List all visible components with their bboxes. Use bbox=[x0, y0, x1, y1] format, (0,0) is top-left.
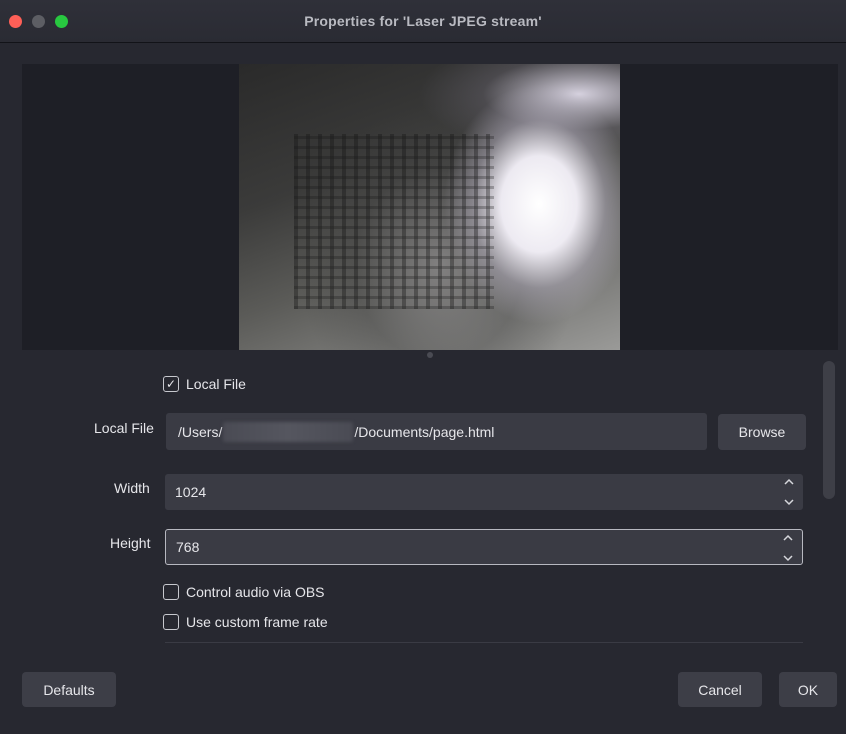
custom-frame-rate-checkbox-row[interactable]: Use custom frame rate bbox=[163, 612, 328, 632]
local-file-checkbox[interactable]: ✓ bbox=[163, 376, 179, 392]
preview-image bbox=[239, 64, 620, 350]
local-file-checkbox-label: Local File bbox=[186, 376, 246, 392]
height-value: 768 bbox=[176, 539, 200, 555]
ok-button[interactable]: OK bbox=[779, 672, 837, 707]
height-input[interactable]: 768 bbox=[165, 529, 803, 565]
defaults-button[interactable]: Defaults bbox=[22, 672, 116, 707]
control-audio-checkbox-row[interactable]: Control audio via OBS bbox=[163, 582, 325, 602]
title-bar: Properties for 'Laser JPEG stream' bbox=[0, 0, 846, 43]
chevron-up-icon[interactable] bbox=[784, 478, 794, 485]
properties-scrollbar[interactable] bbox=[823, 361, 835, 499]
preview-image-texture bbox=[294, 134, 494, 309]
redacted-username bbox=[223, 421, 354, 442]
splitter-handle[interactable] bbox=[427, 352, 433, 358]
separator bbox=[165, 642, 803, 643]
browse-button[interactable]: Browse bbox=[718, 414, 806, 450]
local-file-path-field[interactable]: /Users/ /Documents/page.html bbox=[166, 413, 707, 450]
path-prefix: /Users/ bbox=[178, 423, 223, 440]
local-file-checkbox-row[interactable]: ✓ Local File bbox=[163, 374, 246, 394]
window-title: Properties for 'Laser JPEG stream' bbox=[304, 13, 542, 29]
height-stepper[interactable] bbox=[782, 534, 794, 562]
path-suffix: /Documents/page.html bbox=[354, 423, 495, 440]
control-audio-label: Control audio via OBS bbox=[186, 584, 325, 600]
width-value: 1024 bbox=[175, 484, 207, 500]
width-stepper[interactable] bbox=[783, 478, 795, 506]
chevron-down-icon[interactable] bbox=[783, 555, 793, 562]
local-file-label: Local File bbox=[94, 420, 154, 436]
cancel-button[interactable]: Cancel bbox=[678, 672, 762, 707]
checkmark-icon: ✓ bbox=[165, 377, 177, 391]
chevron-up-icon[interactable] bbox=[783, 534, 793, 541]
width-input[interactable]: 1024 bbox=[165, 474, 803, 510]
chevron-down-icon[interactable] bbox=[784, 499, 794, 506]
height-label: Height bbox=[110, 535, 151, 551]
control-audio-checkbox[interactable] bbox=[163, 584, 179, 600]
custom-frame-rate-checkbox[interactable] bbox=[163, 614, 179, 630]
custom-frame-rate-label: Use custom frame rate bbox=[186, 614, 328, 630]
width-label: Width bbox=[114, 480, 150, 496]
